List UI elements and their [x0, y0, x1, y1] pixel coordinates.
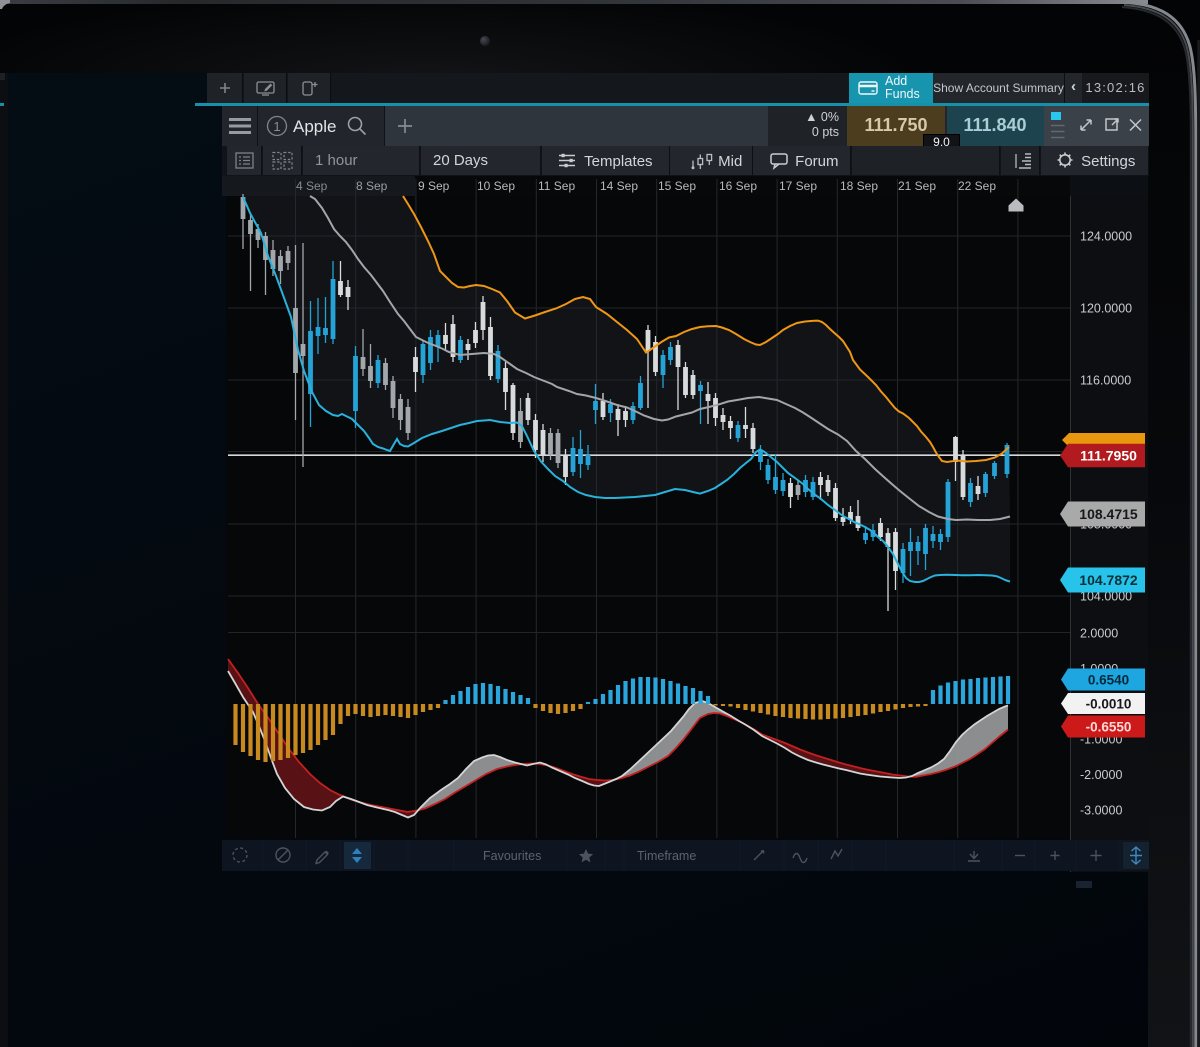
svg-text:2.0000: 2.0000: [1080, 627, 1118, 641]
svg-text:1: 1: [273, 119, 280, 134]
svg-text:Favourites: Favourites: [483, 849, 541, 863]
svg-text:-0.6550: -0.6550: [1086, 719, 1132, 734]
svg-text:Apple: Apple: [293, 117, 336, 136]
svg-text:-3.0000: -3.0000: [1080, 804, 1122, 818]
svg-text:111.7950: 111.7950: [1080, 448, 1137, 464]
svg-text:0.6540: 0.6540: [1088, 672, 1129, 687]
svg-text:Timeframe: Timeframe: [637, 849, 696, 863]
svg-text:120.0000: 120.0000: [1080, 302, 1132, 316]
svg-text:-0.0010: -0.0010: [1086, 696, 1132, 711]
svg-text:-2.0000: -2.0000: [1080, 768, 1122, 782]
svg-text:124.0000: 124.0000: [1080, 230, 1132, 244]
svg-text:104.7872: 104.7872: [1079, 572, 1138, 588]
svg-text:108.4715: 108.4715: [1079, 506, 1138, 522]
svg-text:116.0000: 116.0000: [1080, 374, 1131, 388]
